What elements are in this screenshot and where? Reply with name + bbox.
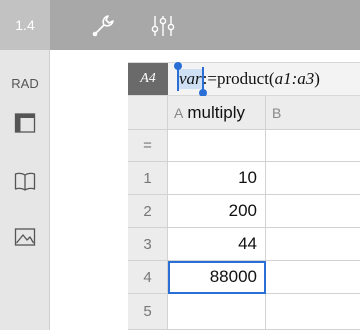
column-letter-b: B — [272, 104, 282, 121]
formula-suffix: ) — [314, 69, 320, 88]
cell-a4-selected[interactable]: 88000 — [168, 261, 266, 294]
column-a-header[interactable]: A multiply — [168, 96, 266, 130]
formula-argument: a1:a3 — [274, 69, 315, 88]
variable-name: var — [179, 69, 202, 88]
corner-cell[interactable] — [128, 96, 168, 130]
table-row: 3 44 — [128, 228, 360, 261]
cell-b5[interactable] — [266, 294, 360, 330]
formula-expression[interactable]: var :=product( a1:a3 ) — [168, 62, 320, 97]
cell-b3[interactable] — [266, 228, 360, 261]
wrench-icon[interactable] — [90, 13, 116, 39]
row-number[interactable]: 5 — [128, 294, 168, 330]
selection-start-caret — [177, 67, 179, 91]
formula-bar[interactable]: A4 var :=product( a1:a3 ) — [128, 62, 360, 97]
row-number[interactable]: 2 — [128, 195, 168, 228]
column-letter-a: A — [174, 104, 184, 121]
formula-prefix: :=product( — [202, 69, 275, 88]
formula-row-cell-b[interactable] — [266, 130, 360, 162]
row-number[interactable]: 1 — [128, 162, 168, 195]
cell-reference: A4 — [128, 63, 168, 95]
formula-row-label[interactable]: = — [128, 130, 168, 162]
left-sidebar: RAD — [0, 50, 50, 330]
angle-mode-indicator[interactable]: RAD — [0, 76, 50, 91]
cell-a3[interactable]: 44 — [168, 228, 266, 261]
row-number[interactable]: 3 — [128, 228, 168, 261]
table-row: 1 10 — [128, 162, 360, 195]
column-b-header[interactable]: B — [266, 96, 360, 130]
cell-b1[interactable] — [266, 162, 360, 195]
cell-a2[interactable]: 200 — [168, 195, 266, 228]
formula-row: = — [128, 130, 360, 162]
formula-row-cell-a[interactable] — [168, 130, 266, 162]
selection-end-caret — [201, 67, 204, 91]
cell-b4[interactable] — [266, 261, 360, 294]
row-number[interactable]: 4 — [128, 261, 168, 294]
book-icon[interactable] — [14, 170, 36, 192]
spreadsheet-grid: A multiply B = 1 10 2 200 3 44 4 88000 5 — [128, 96, 360, 330]
cell-a5[interactable] — [168, 294, 266, 330]
variable-name-selection[interactable]: var — [174, 62, 207, 97]
column-a-name: multiply — [187, 102, 245, 122]
page-tab[interactable]: 1.4 — [0, 0, 50, 50]
image-icon[interactable] — [14, 226, 36, 248]
table-row: 4 88000 — [128, 261, 360, 294]
sliders-icon[interactable] — [150, 13, 176, 39]
table-row: 5 — [128, 294, 360, 330]
top-toolbar: 1.4 — [0, 0, 360, 50]
selection-start-handle[interactable] — [174, 62, 182, 70]
table-row: 2 200 — [128, 195, 360, 228]
cell-b2[interactable] — [266, 195, 360, 228]
layout-icon[interactable] — [14, 112, 36, 134]
cell-a1[interactable]: 10 — [168, 162, 266, 195]
column-header-row: A multiply B — [128, 96, 360, 130]
